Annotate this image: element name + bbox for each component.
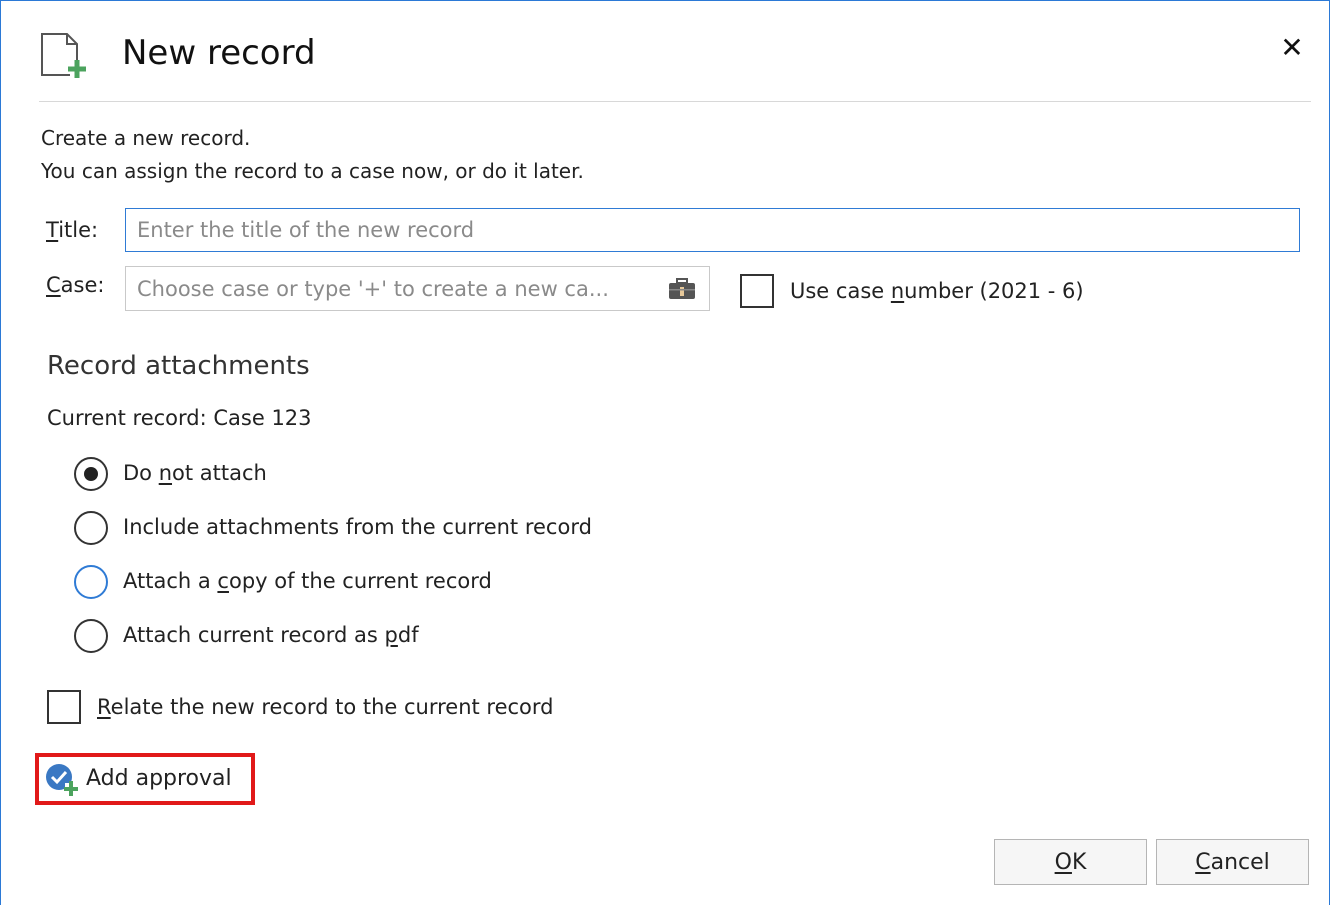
case-label: Case:: [46, 273, 105, 297]
case-placeholder: Choose case or type '+' to create a new …: [137, 277, 609, 301]
radio-attach-pdf[interactable]: [74, 619, 108, 653]
new-document-icon: [41, 33, 86, 78]
radio-attach-copy-label[interactable]: Attach a copy of the current record: [123, 567, 492, 595]
title-label: Title:: [46, 218, 99, 242]
radio-selected-dot: [84, 467, 98, 481]
radio-attach-pdf-label[interactable]: Attach current record as pdf: [123, 621, 419, 649]
intro-line-2: You can assign the record to a case now,…: [41, 159, 584, 183]
close-icon: ✕: [1280, 31, 1304, 64]
add-approval-link[interactable]: Add approval: [86, 764, 232, 794]
record-attachments-heading: Record attachments: [47, 351, 310, 381]
radio-attach-copy[interactable]: [74, 565, 108, 599]
relate-checkbox[interactable]: [47, 690, 81, 724]
new-record-dialog: New record ✕ Create a new record. You ca…: [0, 0, 1330, 905]
use-case-number-label: Use case number (2021 - 6): [790, 279, 1084, 303]
radio-include-attachments[interactable]: [74, 511, 108, 545]
title-input[interactable]: [125, 208, 1300, 252]
radio-do-not-attach-label[interactable]: Do not attach: [123, 459, 267, 487]
relate-label[interactable]: Relate the new record to the current rec…: [97, 693, 554, 721]
title-divider: [39, 101, 1311, 102]
ok-button[interactable]: OK: [994, 839, 1147, 885]
current-record-text: Current record: Case 123: [47, 406, 312, 430]
intro-line-1: Create a new record.: [41, 126, 251, 150]
radio-do-not-attach[interactable]: [74, 457, 108, 491]
dialog-title: New record: [122, 33, 316, 73]
briefcase-icon[interactable]: [668, 278, 696, 300]
radio-include-attachments-label[interactable]: Include attachments from the current rec…: [123, 513, 592, 541]
approval-check-icon: [46, 764, 78, 796]
case-combobox[interactable]: Choose case or type '+' to create a new …: [125, 266, 710, 311]
close-button[interactable]: ✕: [1269, 27, 1315, 69]
cancel-button[interactable]: Cancel: [1156, 839, 1309, 885]
use-case-number-checkbox[interactable]: [740, 274, 774, 308]
